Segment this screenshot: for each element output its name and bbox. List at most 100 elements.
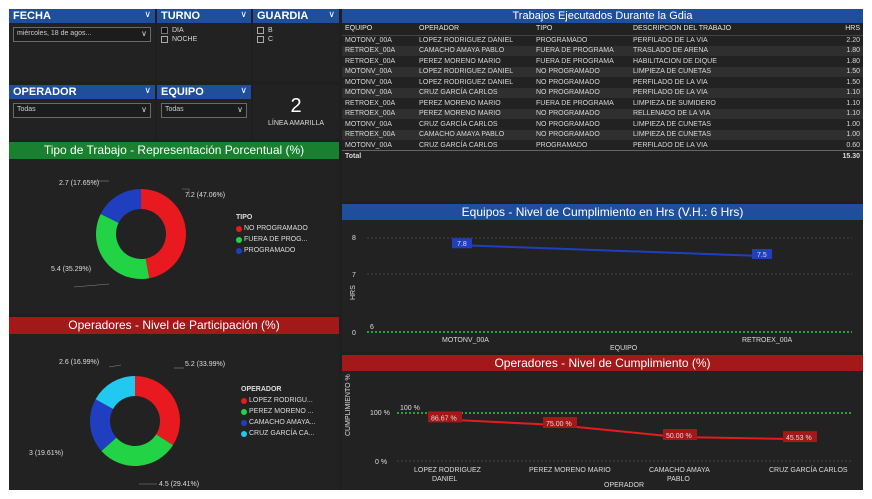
operador-legend: OPERADOR LOPEZ RODRIGU... PEREZ MORENO .… (241, 386, 316, 437)
table-cell: PERFILADO DE LA VIA (630, 87, 821, 98)
table-cell: 0.60 (846, 141, 860, 149)
checkbox-icon[interactable] (161, 36, 168, 43)
x-tick-label: RETROEX_00A (742, 337, 793, 344)
fecha-value: miércoles, 18 de agos... (17, 30, 92, 37)
equipo-dropdown[interactable]: Todas ∨ (161, 103, 247, 118)
table-row[interactable]: MOTONV_00A CRUZ GARCÍA CARLOS PROGRAMADO PE… (342, 140, 863, 151)
column-header[interactable]: TIPO (533, 23, 630, 36)
donut-slices (96, 189, 186, 279)
guardia-option-label: B (268, 27, 273, 34)
column-header[interactable]: HRS (820, 23, 863, 36)
data-label: 75.00 % (546, 421, 572, 428)
table-cell: CRUZ GARCÍA CARLOS (419, 141, 498, 149)
legend-item[interactable]: CRUZ GARCÍA CA... (241, 430, 316, 437)
column-header[interactable]: DESCRIPCION DEL TRABAJO (630, 23, 821, 36)
table-row[interactable]: RETROEX_00A CAMACHO AMAYA PABLO FUERA DE P… (342, 45, 863, 56)
checkbox-icon[interactable] (257, 27, 264, 34)
table-cell: MOTONV_00A (345, 120, 392, 128)
table-cell: FUERA DE PROGRAMA (533, 45, 630, 56)
checkbox-icon[interactable] (161, 27, 168, 34)
table-cell: PEREZ MORENO MARIO (419, 57, 501, 65)
legend-item[interactable]: NO PROGRAMADO (236, 225, 308, 232)
donut-slice[interactable] (96, 213, 150, 279)
donut-label: 2.7 (17.65%) (59, 180, 99, 187)
chevron-down-icon[interactable]: ∨ (240, 85, 247, 96)
legend-title: OPERADOR (241, 386, 282, 393)
y-tick-label: 0 (352, 330, 356, 337)
donut-slice[interactable] (135, 376, 180, 446)
table-row[interactable]: MOTONV_00A LOPEZ RODRIGUEZ DANIEL NO PROGR… (342, 77, 863, 88)
column-header[interactable]: EQUIPO (342, 23, 416, 36)
guardia-slicer: GUARDIA ∨ B C (253, 9, 339, 81)
legend-item[interactable]: PROGRAMADO (236, 247, 308, 254)
table-row[interactable]: MOTONV_00A CRUZ GARCÍA CARLOS NO PROGRAMAD… (342, 87, 863, 98)
table-cell: NO PROGRAMADO (533, 108, 630, 119)
legend-label: NO PROGRAMADO (244, 225, 308, 232)
operadores-cumplimiento-title: Operadores - Nivel de Cumplimiento (%) (342, 355, 863, 371)
chevron-down-icon[interactable]: ∨ (144, 85, 151, 96)
table-row[interactable]: MOTONV_00A CRUZ GARCÍA CARLOS NO PROGRAMAD… (342, 119, 863, 130)
equipo-value: Todas (165, 106, 184, 113)
legend-item[interactable]: FUERA DE PROG... (236, 236, 308, 243)
donut-label: 2.6 (16.99%) (59, 359, 99, 366)
operador-dropdown[interactable]: Todas ∨ (13, 103, 151, 118)
x-tick-label: PEREZ MORENO MARIO (529, 467, 611, 474)
donut-slice[interactable] (141, 189, 186, 279)
x-tick-label: CAMACHO AMAYA PABLO (649, 467, 710, 483)
legend-title: TIPO (236, 214, 253, 221)
table-row[interactable]: RETROEX_00A CAMACHO AMAYA PABLO NO PROGRAM… (342, 129, 863, 140)
donut-slices (90, 376, 180, 466)
y-tick-label: 100 % (370, 410, 390, 417)
table-cell: MOTONV_00A (342, 66, 416, 77)
circle-icon (241, 408, 247, 415)
legend-item[interactable]: PEREZ MORENO ... (241, 408, 316, 415)
tipo-trabajo-panel: Tipo de Trabajo - Representación Porcent… (9, 142, 339, 314)
data-label: 50.00 % (666, 433, 692, 440)
legend-item[interactable]: LOPEZ RODRIGU... (241, 397, 316, 404)
table-row[interactable]: MOTONV_00A LOPEZ RODRIGUEZ DANIEL NO PROGR… (342, 66, 863, 77)
checkbox-icon[interactable] (257, 36, 264, 43)
table-cell: 1.50 (846, 78, 860, 86)
column-header[interactable]: OPERADOR (416, 23, 533, 36)
y-tick-label: 8 (352, 235, 356, 242)
table-cell: LOPEZ RODRIGUEZ DANIEL (419, 37, 514, 44)
table-cell: PEREZ MORENO MARIO (419, 99, 501, 107)
table-cell: 1.80 (820, 45, 863, 56)
table-row[interactable]: RETROEX_00A PEREZ MORENO MARIO FUERA DE PR… (342, 56, 863, 67)
legend-item[interactable]: CAMACHO AMAYA... (241, 419, 316, 426)
chevron-down-icon[interactable]: ∨ (328, 9, 335, 20)
chevron-down-icon[interactable]: ∨ (240, 9, 247, 20)
equipo-slicer: EQUIPO ∨ Todas ∨ (157, 85, 251, 139)
table-cell: HABILITACION DE DIQUE (633, 57, 717, 65)
donut-label: 5.4 (35.29%) (51, 266, 91, 273)
chevron-down-icon[interactable]: ∨ (144, 9, 151, 20)
fecha-dropdown[interactable]: miércoles, 18 de agos... ∨ (13, 27, 151, 42)
data-label: 45.53 % (786, 435, 812, 442)
x-axis-title: EQUIPO (610, 345, 638, 352)
table-cell: LIMPIEZA DE SUMIDERO (633, 99, 716, 107)
donut-label: 5.2 (33.99%) (185, 361, 225, 368)
guardia-option-b[interactable]: B (253, 27, 339, 34)
tipo-trabajo-title: Tipo de Trabajo - Representación Porcent… (9, 142, 339, 159)
legend-label: FUERA DE PROG... (244, 236, 308, 243)
table-cell: NO PROGRAMADO (533, 129, 630, 140)
table-cell: CAMACHO AMAYA PABLO (416, 45, 533, 56)
donut-label: 3 (19.61%) (29, 450, 63, 457)
fecha-header: FECHA ∨ (9, 9, 155, 23)
table-cell: LOPEZ RODRIGUEZ DANIEL (419, 78, 514, 86)
turno-option-dia[interactable]: DIA (157, 27, 251, 34)
table-row[interactable]: RETROEX_00A PEREZ MORENO MARIO NO PROGRAMA… (342, 108, 863, 119)
table-cell: NO PROGRAMADO (536, 78, 600, 86)
table-row[interactable]: MOTONV_00A LOPEZ RODRIGUEZ DANIEL PROGRAMA… (342, 35, 863, 46)
legend-label: CRUZ GARCÍA CA... (249, 430, 315, 437)
y-axis-title: CUMPLIMIENTO % (345, 374, 352, 436)
turno-option-noche[interactable]: NOCHE (157, 36, 251, 43)
card-value: 2 (290, 95, 302, 117)
table-cell: RETROEX_00A (342, 129, 416, 140)
x-axis-title: OPERADOR (604, 482, 644, 489)
reference-label: 100 % (400, 405, 420, 412)
circle-icon (241, 430, 247, 437)
guardia-option-c[interactable]: C (253, 36, 339, 43)
table-row[interactable]: RETROEX_00A PEREZ MORENO MARIO FUERA DE PR… (342, 98, 863, 109)
operador-value: Todas (17, 106, 36, 113)
